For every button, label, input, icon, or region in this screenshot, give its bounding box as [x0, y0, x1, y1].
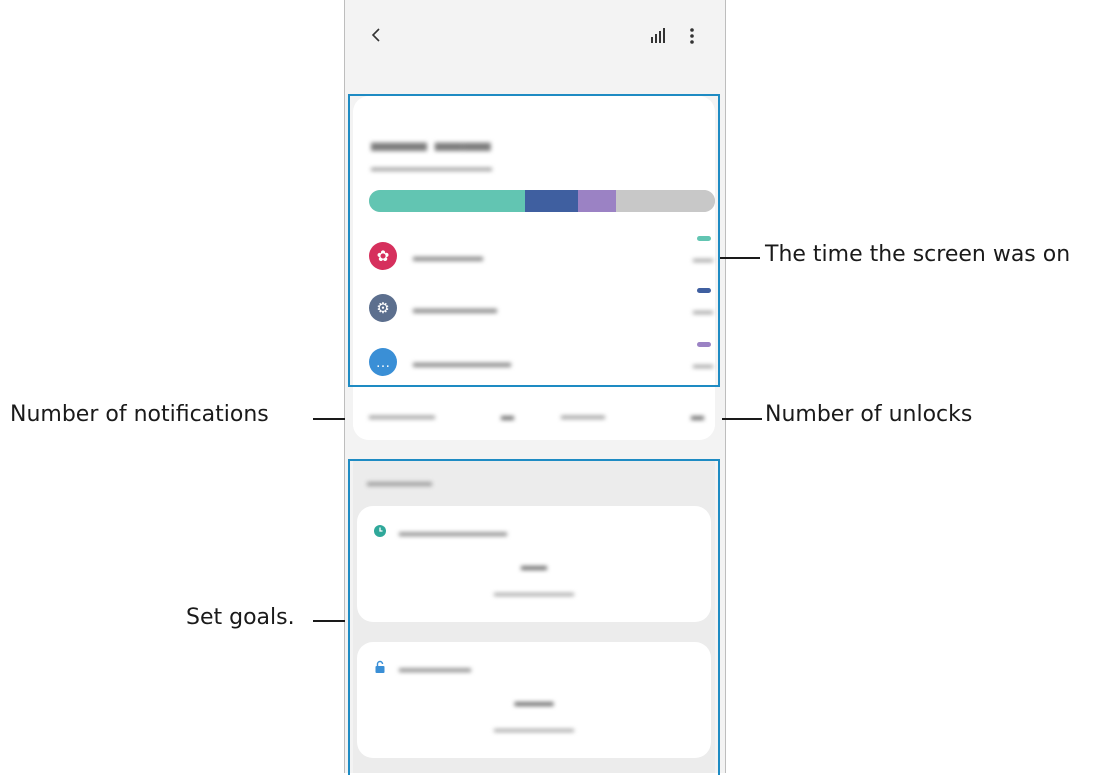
- chat-icon: …: [369, 348, 397, 376]
- unlock-goal-card[interactable]: ▬▬▬▬▬▬ ▬▬▬ ▬▬▬▬▬▬▬▬: [357, 642, 711, 758]
- app-usage-dash: [697, 236, 711, 241]
- bar-chart-icon: [651, 28, 665, 43]
- back-button[interactable]: [363, 22, 389, 48]
- unlocks-count: ▬: [691, 408, 704, 423]
- more-options-button[interactable]: [683, 24, 701, 48]
- stats-strip: ▬▬▬▬▬▬ ▬ ▬▬▬▬ ▬: [353, 392, 715, 440]
- notifications-count: ▬: [501, 408, 514, 423]
- chart-view-button[interactable]: [645, 24, 671, 48]
- app-row-3[interactable]: … ▬▬▬▬▬▬▬ ▬▬: [369, 342, 715, 382]
- unlocks-callout: Number of unlocks: [765, 402, 973, 427]
- goals-title: ▬▬▬▬▬: [367, 474, 432, 489]
- app-time: ▬▬: [693, 360, 713, 371]
- notifications-label: ▬▬▬▬▬▬: [369, 410, 435, 422]
- goal-subtitle: ▬▬▬▬▬▬▬▬: [494, 588, 574, 599]
- goals-leader: [313, 620, 345, 622]
- app-row-1[interactable]: ✿ ▬▬▬▬▬ ▬▬: [369, 236, 715, 276]
- notifications-callout: Number of notifications: [10, 402, 269, 427]
- screen-time-callout: The time the screen was on: [765, 242, 1071, 267]
- app-time: ▬▬: [693, 306, 713, 317]
- usage-segment: [578, 190, 617, 212]
- usage-segment: [616, 190, 715, 212]
- app-row-2[interactable]: ⚙ ▬▬▬▬▬▬ ▬▬: [369, 288, 715, 328]
- screen-time-goal-card[interactable]: ▬▬▬▬▬▬▬▬▬ ▬▬ ▬▬▬▬▬▬▬▬: [357, 506, 711, 622]
- goal-value: ▬▬▬: [514, 694, 554, 709]
- more-vertical-icon: [690, 28, 694, 44]
- clock-icon: [374, 525, 386, 537]
- goal-name: ▬▬▬▬▬▬: [399, 661, 471, 675]
- goal-value: ▬▬: [521, 558, 547, 573]
- lock-icon: [375, 660, 385, 673]
- phone-screen: ▬▬ ▬▬ ▬▬▬▬▬▬▬▬▬▬▬ ✿ ▬▬▬▬▬ ▬▬ ⚙ ▬▬▬▬▬▬ ▬▬…: [344, 0, 726, 773]
- total-screen-time: ▬▬ ▬▬: [371, 126, 491, 157]
- screen-time-card[interactable]: ▬▬ ▬▬ ▬▬▬▬▬▬▬▬▬▬▬ ✿ ▬▬▬▬▬ ▬▬ ⚙ ▬▬▬▬▬▬ ▬▬…: [353, 96, 715, 440]
- usage-segment: [524, 190, 579, 212]
- app-usage-dash: [697, 288, 711, 293]
- app-name: ▬▬▬▬▬▬: [413, 300, 497, 316]
- app-usage-dash: [697, 342, 711, 347]
- screen-time-leader: [720, 257, 760, 259]
- app-name: ▬▬▬▬▬: [413, 248, 483, 264]
- goal-name: ▬▬▬▬▬▬▬▬▬: [399, 525, 507, 539]
- app-bar: [345, 0, 725, 72]
- unlocks-label: ▬▬▬▬: [561, 410, 605, 422]
- app-name: ▬▬▬▬▬▬▬: [413, 354, 511, 370]
- goal-subtitle: ▬▬▬▬▬▬▬▬: [494, 724, 574, 735]
- unlocks-leader: [722, 418, 762, 420]
- usage-bar: [369, 190, 715, 212]
- screen-time-subtitle: ▬▬▬▬▬▬▬▬▬▬▬: [371, 162, 492, 174]
- goals-section: ▬▬▬▬▬ ▬▬▬▬▬▬▬▬▬ ▬▬ ▬▬▬▬▬▬▬▬ ▬▬▬▬▬▬ ▬▬▬ ▬…: [353, 460, 715, 773]
- flower-icon: ✿: [369, 242, 397, 270]
- notifications-leader: [313, 418, 345, 420]
- gear-icon: ⚙: [369, 294, 397, 322]
- usage-segment: [369, 190, 525, 212]
- app-time: ▬▬: [693, 254, 713, 265]
- goals-callout: Set goals.: [186, 605, 295, 630]
- chevron-left-icon: [371, 28, 380, 42]
